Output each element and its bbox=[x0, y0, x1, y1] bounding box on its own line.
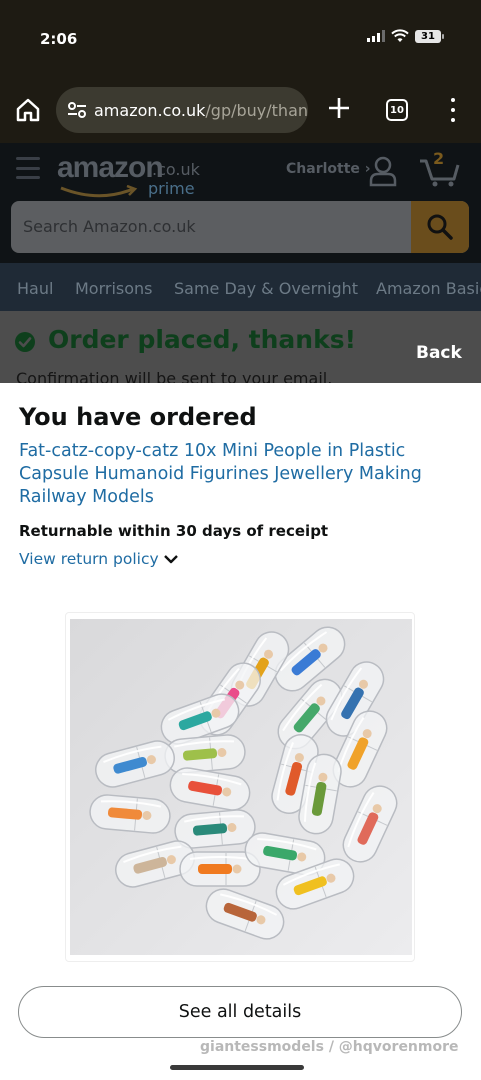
logo-word: amazon bbox=[57, 151, 164, 184]
sheet-heading: You have ordered bbox=[19, 403, 257, 431]
address-bar[interactable]: amazon.co.uk/gp/buy/thanky bbox=[56, 87, 308, 133]
url-path: /gp/buy/thanky bbox=[205, 100, 308, 120]
returnable-text: Returnable within 30 days of receipt bbox=[19, 522, 329, 540]
hamburger-menu-icon[interactable] bbox=[16, 157, 40, 179]
back-button[interactable]: Back bbox=[416, 343, 462, 363]
order-placed-heading: Order placed, thanks! bbox=[48, 325, 356, 354]
search-icon bbox=[427, 214, 453, 240]
logo-prime: prime bbox=[148, 179, 195, 198]
home-icon[interactable] bbox=[14, 96, 42, 124]
wifi-icon bbox=[391, 29, 409, 42]
more-menu-icon[interactable] bbox=[446, 98, 460, 122]
chevron-down-icon bbox=[163, 555, 178, 564]
browser-toolbar: amazon.co.uk/gp/buy/thanky 10 bbox=[0, 78, 481, 143]
product-title-link[interactable]: Fat-catz-copy-catz 10x Mini People in Pl… bbox=[19, 440, 459, 509]
search-placeholder: Search Amazon.co.uk bbox=[23, 217, 196, 236]
nav-item-morrisons[interactable]: Morrisons bbox=[75, 279, 153, 298]
url-host: amazon.co.uk bbox=[94, 100, 206, 120]
account-icon[interactable] bbox=[368, 155, 398, 187]
order-summary-sheet: You have ordered Fat-catz-copy-catz 10x … bbox=[0, 383, 481, 1080]
cart-icon[interactable] bbox=[418, 153, 460, 187]
signal-icon bbox=[367, 30, 385, 42]
category-nav: Haul Morrisons Same Day & Overnight Amaz… bbox=[0, 263, 481, 311]
watermark-text: giantessmodels / @hqvorenmore bbox=[200, 1039, 459, 1055]
search-bar[interactable]: Search Amazon.co.uk bbox=[11, 201, 469, 253]
product-image[interactable] bbox=[65, 612, 415, 962]
battery-icon: 31 bbox=[415, 29, 444, 43]
status-time: 2:06 bbox=[40, 30, 78, 48]
return-policy-link[interactable]: View return policy bbox=[19, 550, 179, 568]
site-settings-icon[interactable] bbox=[66, 99, 88, 121]
account-link[interactable]: Charlotte › bbox=[286, 161, 371, 177]
home-indicator[interactable] bbox=[170, 1065, 304, 1070]
tab-switcher-button[interactable]: 10 bbox=[386, 99, 408, 121]
nav-item-haul[interactable]: Haul bbox=[17, 279, 53, 298]
return-policy-label: View return policy bbox=[19, 550, 159, 568]
logo-smile-icon bbox=[60, 185, 138, 198]
search-button[interactable] bbox=[411, 201, 469, 253]
amazon-logo[interactable]: amazon .co.uk prime bbox=[57, 151, 200, 198]
checkmark-icon bbox=[15, 332, 35, 352]
see-all-details-button[interactable]: See all details bbox=[18, 986, 462, 1038]
status-bar: 2:06 31 bbox=[0, 0, 481, 78]
confirmation-text: Confirmation will be sent to your email. bbox=[16, 369, 333, 383]
amazon-page-backdrop: amazon .co.uk prime Charlotte › 2 Search… bbox=[0, 143, 481, 383]
capsule-figurines-photo bbox=[70, 619, 412, 955]
order-confirmation-banner: Order placed, thanks! Confirmation will … bbox=[0, 311, 481, 383]
nav-item-amazon-basics[interactable]: Amazon Basics bbox=[376, 279, 481, 298]
nav-item-same-day[interactable]: Same Day & Overnight bbox=[174, 279, 358, 298]
new-tab-icon[interactable] bbox=[326, 95, 352, 121]
status-icons: 31 bbox=[367, 29, 444, 43]
logo-tld: .co.uk bbox=[152, 160, 200, 179]
